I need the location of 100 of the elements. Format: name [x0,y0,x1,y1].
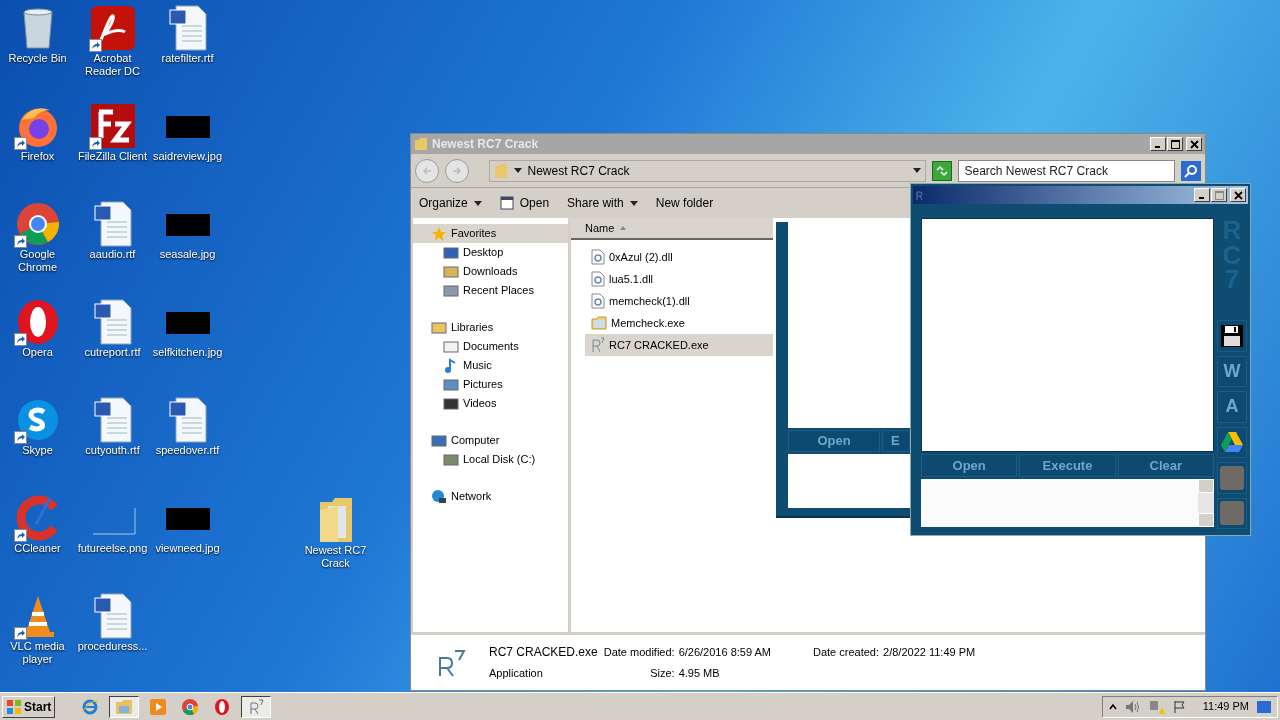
desktop-icon-label[interactable]: Recycle Bin [0,52,75,65]
folder-icon [591,316,607,330]
flag-icon[interactable] [1172,699,1187,714]
desktop-icon-label[interactable]: ratefilter.rtf [150,52,225,65]
desktop-icon-label[interactable]: Opera [0,346,75,359]
nav-item[interactable]: Computer [413,431,568,450]
detail-value: 4.95 MB [678,666,721,682]
minimize-button[interactable] [1194,188,1210,202]
maximize-button[interactable] [1211,188,1227,202]
desktop-icon-label[interactable]: viewneed.jpg [150,542,225,555]
rc7-logo-icon [247,697,266,716]
sidebar-button[interactable] [1217,426,1247,459]
file-item[interactable]: lua5.1.dll [585,268,773,290]
globe-icon [431,488,447,505]
app-button[interactable]: Open [788,430,880,452]
file-item[interactable]: memcheck(1).dll [585,290,773,312]
nav-item[interactable]: Libraries [413,318,568,337]
dropdown-caret-icon [912,168,921,173]
nav-item[interactable]: Music [413,356,568,375]
sidebar-button[interactable]: A [1217,391,1247,423]
minimize-button[interactable] [1150,137,1166,151]
close-icon [1189,139,1199,149]
computer-icon [431,432,447,449]
sort-arrow-icon [620,226,627,230]
desktop-icon-label[interactable]: selfkitchen.jpg [150,346,225,359]
rc7-logo-icon [915,189,925,201]
desktop-icon-label[interactable]: seasale.jpg [150,248,225,261]
toolbar-button[interactable]: New folder [655,192,714,214]
file-item[interactable]: 0xAzul (2).dll [585,246,773,268]
app-button[interactable]: Execute [1019,454,1116,477]
documents-icon [443,338,459,355]
internet-explorer-icon [81,697,100,716]
pictures-icon [443,376,459,393]
window-title: Newest RC7 Crack [432,136,540,153]
speaker-icon[interactable] [1124,699,1141,714]
desktop-icon-label[interactable]: futureelse.png [75,542,150,555]
app-button[interactable]: Open [921,454,1018,477]
search-field[interactable]: Search Newest RC7 Crack [957,159,1176,182]
settings-file-icon [591,293,605,309]
desktop-icon-label[interactable]: proceduress... [75,640,150,653]
sidebar-button[interactable]: W [1217,355,1247,388]
toolbar-button[interactable]: Share with [567,192,638,214]
refresh-button[interactable] [931,160,952,181]
toolbar-button[interactable]: Organize [419,192,482,214]
close-button[interactable] [1186,137,1202,151]
desktop-icon-label[interactable]: Google Chrome [0,248,75,274]
close-button[interactable] [1230,188,1246,202]
clock[interactable]: 11:49 PM [1202,698,1249,715]
desktop-icon-label[interactable]: Skype [0,444,75,457]
nav-item[interactable]: Videos [413,394,568,413]
chevron-up-icon[interactable] [1108,702,1117,711]
nav-item[interactable]: Desktop [413,243,568,262]
column-header[interactable]: Name [571,218,773,240]
nav-item[interactable]: Documents [413,337,568,356]
file-item[interactable]: Memcheck.exe [585,312,773,334]
desktop-icon [443,244,459,261]
dropdown-caret-icon [513,168,522,173]
maximize-button[interactable] [1167,137,1183,151]
desktop-icon-label[interactable]: CCleaner [0,542,75,555]
forward-arrow-icon [451,165,462,176]
desktop-icon-label[interactable]: VLC media player [0,640,75,666]
desktop-icon-label[interactable]: Acrobat Reader DC [75,52,150,78]
address-bar[interactable]: Newest RC7 Crack [488,159,926,182]
nav-item[interactable]: Recent Places [413,281,568,300]
search-icon [1184,163,1199,178]
libraries-icon [431,319,447,336]
desktop-icon-label[interactable]: cutyouth.rtf [75,444,150,457]
pdf-icon [88,4,137,52]
nav-item[interactable]: Network [413,487,568,506]
toolbar-button[interactable]: Open [499,192,550,214]
start-button[interactable]: Start [2,695,56,718]
file-item[interactable]: RC7 CRACKED.exe [585,334,773,356]
taskbar-app-button[interactable] [241,695,272,718]
save-button[interactable] [1217,320,1247,352]
detail-label: Date modified: [603,645,675,660]
desktop-icon-label[interactable]: Newest RC7 Crack [298,544,373,570]
folder-icon [115,697,134,716]
videos-icon [443,395,459,412]
desktop-icon-label[interactable]: cutreport.rtf [75,346,150,359]
scrollbar[interactable] [1198,479,1214,527]
desktop-icon-label[interactable]: speedover.rtf [150,444,225,457]
app-button[interactable]: Clear [1117,454,1214,477]
show-desktop-icon[interactable] [1257,700,1271,713]
file-type: Application [489,666,544,682]
desktop-icon-label[interactable]: FileZilla Client [75,150,150,163]
app-button[interactable]: E [882,430,910,452]
desktop-icon-label[interactable]: Firefox [0,150,75,163]
desktop-icon-label[interactable]: aaudio.rtf [75,248,150,261]
opera-icon [213,697,232,716]
nav-item[interactable]: Local Disk (C:) [413,450,568,469]
settings-file-icon [591,249,605,265]
settings-file-icon [591,271,605,287]
nav-item[interactable]: Pictures [413,375,568,394]
search-button[interactable] [1181,160,1201,181]
desktop-icon-label[interactable]: saidreview.jpg [150,150,225,163]
downloads-icon [443,263,459,280]
taskbar-app-button[interactable] [109,695,140,718]
nav-item[interactable]: Favorites [413,224,568,243]
nav-item[interactable]: Downloads [413,262,568,281]
file-name: RC7 CRACKED.exe [489,644,598,662]
